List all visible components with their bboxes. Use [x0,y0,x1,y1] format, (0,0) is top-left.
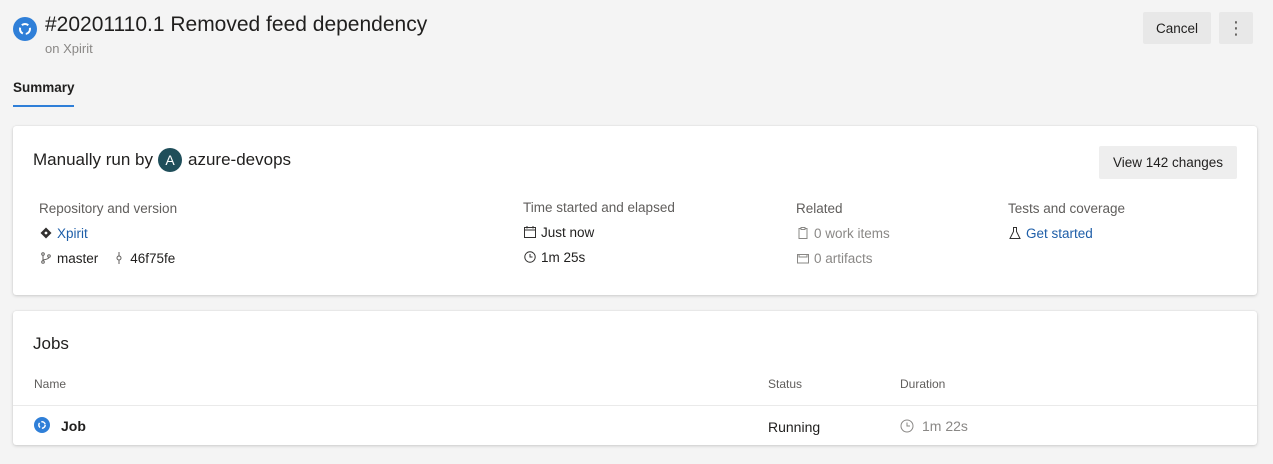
user-name[interactable]: azure-devops [188,150,291,170]
jobs-title: Jobs [33,334,69,353]
tests-label: Tests and coverage [1008,201,1126,216]
repository-label: Repository and version [39,201,178,216]
manual-run-label: Manually run by [33,150,154,169]
branch-icon [39,251,53,265]
time-column: Time started and elapsed Just now 1m 25s [523,200,675,274]
commit-id[interactable]: 46f75fe [130,251,175,266]
clipboard-icon [796,226,810,240]
started-time: Just now [541,224,595,240]
jobs-card: Jobs Name Status Duration Job Running 1m… [13,311,1257,445]
more-actions-button[interactable]: ⋮ [1219,12,1253,44]
column-header-name: Name [34,377,67,391]
manual-run-info: Manually run by A azure-devops [33,148,291,172]
running-icon [13,17,37,41]
table-row[interactable]: Job Running 1m 22s [13,406,1257,445]
artifacts-count[interactable]: 0 artifacts [814,251,873,266]
tab-summary[interactable]: Summary [13,80,75,107]
calendar-icon [523,225,537,239]
page-title: #20201110.1 Removed feed dependency [45,13,428,36]
clock-icon [523,250,537,264]
elapsed-row: 1m 25s [523,249,675,265]
tests-column: Tests and coverage Get started [1008,201,1125,250]
branch-commit-row: master 46f75fe [39,250,177,266]
column-header-status: Status [768,377,803,391]
clock-icon [900,419,914,433]
job-status: Running [768,419,821,435]
more-icon: ⋮ [1227,17,1245,38]
tests-link-row[interactable]: Get started [1008,225,1125,241]
job-duration-value: 1m 22s [922,418,968,434]
page-header: #20201110.1 Removed feed dependency on X… [0,0,1273,72]
pipeline-subtitle: on Xpirit [45,41,93,56]
summary-card: Manually run by A azure-devops View 142 … [13,126,1257,295]
time-label: Time started and elapsed [523,200,675,215]
job-name[interactable]: Job [61,418,86,434]
cancel-button[interactable]: Cancel [1143,12,1211,44]
column-header-duration: Duration [900,377,946,391]
work-items-count[interactable]: 0 work items [814,226,890,241]
commit-icon [112,251,126,265]
repo-link[interactable]: Xpirit [39,225,177,241]
job-duration: 1m 22s [900,418,968,434]
running-icon [34,417,50,433]
work-items-row[interactable]: 0 work items [796,225,890,241]
started-row: Just now [523,224,675,240]
artifact-icon [796,251,810,265]
repository-column: Repository and version Xpirit master 46f… [39,201,177,275]
repo-name[interactable]: Xpirit [57,226,88,241]
branch-name[interactable]: master [57,251,98,266]
elapsed-time: 1m 25s [541,249,586,265]
artifacts-row[interactable]: 0 artifacts [796,250,890,266]
view-changes-button[interactable]: View 142 changes [1099,146,1237,179]
related-label: Related [796,201,843,216]
avatar: A [158,148,183,172]
get-started-link[interactable]: Get started [1026,226,1093,241]
flask-icon [1008,226,1022,240]
repo-icon [39,226,53,240]
related-column: Related 0 work items 0 artifacts [796,201,890,275]
